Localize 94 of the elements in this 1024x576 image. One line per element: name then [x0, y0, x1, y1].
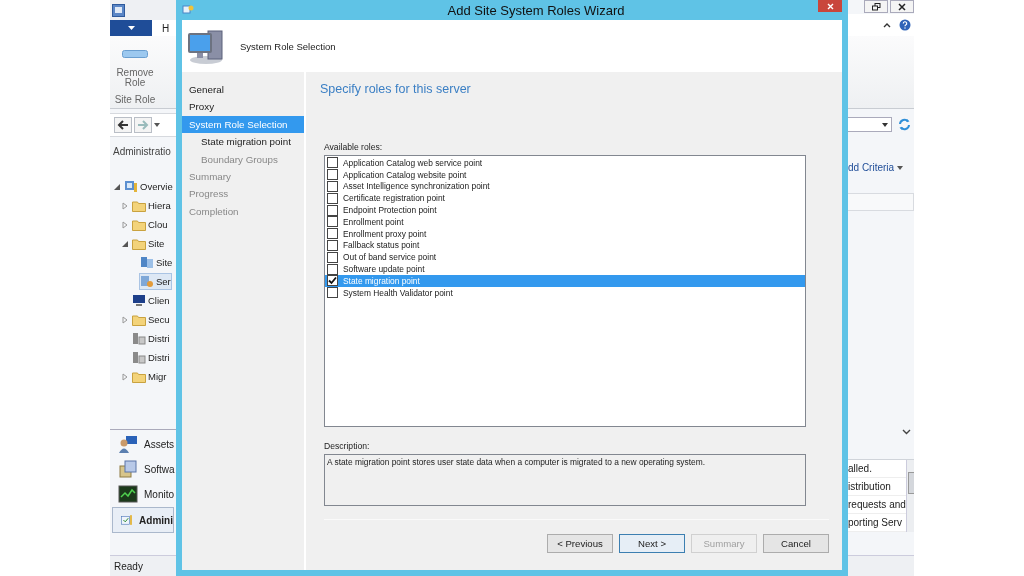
checkbox[interactable] — [327, 169, 338, 181]
description-box: A state migration point stores user state data when a computer is migrated to a new operating system. — [324, 454, 806, 506]
workspace-button[interactable]: Monito — [110, 482, 176, 506]
role-item[interactable]: Endpoint Protection point — [325, 204, 805, 216]
wizard-step[interactable]: General — [182, 81, 304, 99]
checkbox[interactable] — [327, 216, 338, 228]
caret-icon — [897, 165, 904, 170]
computer-icon — [132, 294, 146, 307]
wizard-step[interactable]: State migration point — [182, 133, 304, 151]
tree-item[interactable]: Clien — [131, 292, 171, 309]
workspace-button[interactable]: Admini — [112, 507, 174, 533]
role-item[interactable]: Fallback status point — [325, 239, 805, 252]
checkbox[interactable] — [327, 192, 338, 204]
computer-icon — [186, 27, 226, 65]
navigation-header: Administratio — [112, 146, 172, 159]
status-bar: Ready — [110, 555, 176, 576]
distribution-icon — [132, 351, 146, 364]
folder-icon — [132, 218, 146, 231]
ribbon-group-label: Site Role — [113, 94, 157, 105]
role-item[interactable]: System Health Validator point — [325, 286, 805, 299]
back-icon — [117, 120, 129, 130]
page-header: System Role Selection — [240, 40, 336, 52]
folder-icon — [132, 237, 146, 250]
field-label: Description: — [324, 441, 371, 453]
file-menu-button[interactable] — [110, 20, 152, 36]
monitor-chart-icon — [118, 485, 138, 503]
checkbox[interactable] — [327, 251, 338, 263]
workspace-button[interactable]: Assets — [110, 432, 176, 456]
tree-item[interactable]: Hiera — [131, 197, 172, 214]
tree-item[interactable]: Ser — [139, 273, 172, 290]
role-item[interactable]: Enrollment proxy point — [325, 227, 805, 240]
folder-icon — [132, 370, 146, 383]
tree-item[interactable]: Secu — [131, 311, 171, 328]
expanded-arrow-icon[interactable] — [113, 182, 121, 191]
forward-icon — [137, 120, 149, 130]
folder-icon — [132, 313, 146, 326]
chevron-down-icon[interactable] — [902, 429, 911, 435]
checkbox[interactable] — [327, 157, 338, 169]
role-item[interactable]: Application Catalog website point — [325, 168, 805, 181]
expanded-arrow-icon[interactable] — [121, 239, 129, 248]
window-title: Add Site System Roles Wizard — [446, 2, 626, 18]
server-icon — [140, 256, 154, 269]
caret-icon — [127, 26, 135, 30]
user-computer-icon — [118, 434, 138, 454]
overview-icon — [124, 180, 138, 193]
role-item[interactable]: Certificate registration point — [325, 192, 805, 205]
checkbox[interactable] — [327, 228, 338, 240]
tree-item[interactable]: Clou — [131, 216, 169, 233]
checkbox[interactable] — [327, 287, 338, 299]
folder-icon — [132, 199, 146, 212]
remove-role-button[interactable]: Remove Role — [110, 50, 160, 88]
restore-icon — [871, 2, 881, 11]
add-criteria-link[interactable]: dd Criteria — [848, 162, 895, 173]
close-icon — [898, 2, 906, 11]
checkbox[interactable] — [327, 204, 338, 216]
restore-button[interactable] — [864, 0, 888, 13]
wizard-button[interactable]: < Previous — [547, 534, 613, 553]
wizard-step[interactable]: Proxy — [182, 98, 304, 116]
role-icon — [122, 50, 148, 58]
role-item[interactable]: Software update point — [325, 263, 805, 275]
role-item[interactable]: Enrollment point — [325, 216, 805, 228]
dropdown-caret-icon[interactable] — [154, 123, 160, 127]
checkbox[interactable] — [327, 275, 338, 287]
tree-item[interactable]: Migr — [131, 368, 168, 385]
tree-item[interactable]: Site — [131, 235, 166, 252]
checkbox[interactable] — [327, 263, 338, 275]
ribbon-tab[interactable]: H — [162, 22, 170, 34]
wizard-icon — [182, 4, 194, 16]
help-icon[interactable] — [899, 19, 911, 31]
page-title: Specify roles for this server — [320, 82, 472, 98]
app-icon — [112, 3, 125, 17]
server-role-icon — [140, 275, 154, 288]
tree-item[interactable]: Distri — [131, 349, 171, 366]
refresh-icon[interactable] — [898, 118, 911, 131]
role-item[interactable]: Asset Intelligence synchronization point — [325, 180, 805, 193]
role-item[interactable]: Out of band service point — [325, 251, 805, 264]
caret-icon — [882, 122, 888, 127]
distribution-icon — [132, 332, 146, 345]
back-button[interactable] — [114, 117, 132, 133]
field-label: Available roles: — [324, 142, 384, 154]
role-item[interactable]: Application Catalog web service point — [325, 157, 805, 169]
scrollbar[interactable] — [905, 460, 914, 532]
workspace-button[interactable]: Softwa — [110, 457, 176, 481]
tree-item[interactable]: Site — [139, 254, 174, 271]
checkbox[interactable] — [327, 239, 338, 251]
software-icon — [118, 459, 138, 479]
checkbox[interactable] — [327, 181, 338, 192]
close-button[interactable] — [890, 0, 914, 13]
wizard-button[interactable]: Next > — [619, 534, 685, 553]
wizard-button[interactable]: Cancel — [763, 534, 829, 553]
tree-item[interactable]: Overvie — [123, 178, 174, 195]
close-icon — [826, 2, 834, 10]
tree-item[interactable]: Distri — [131, 330, 171, 347]
collapse-ribbon-icon[interactable] — [883, 22, 891, 28]
